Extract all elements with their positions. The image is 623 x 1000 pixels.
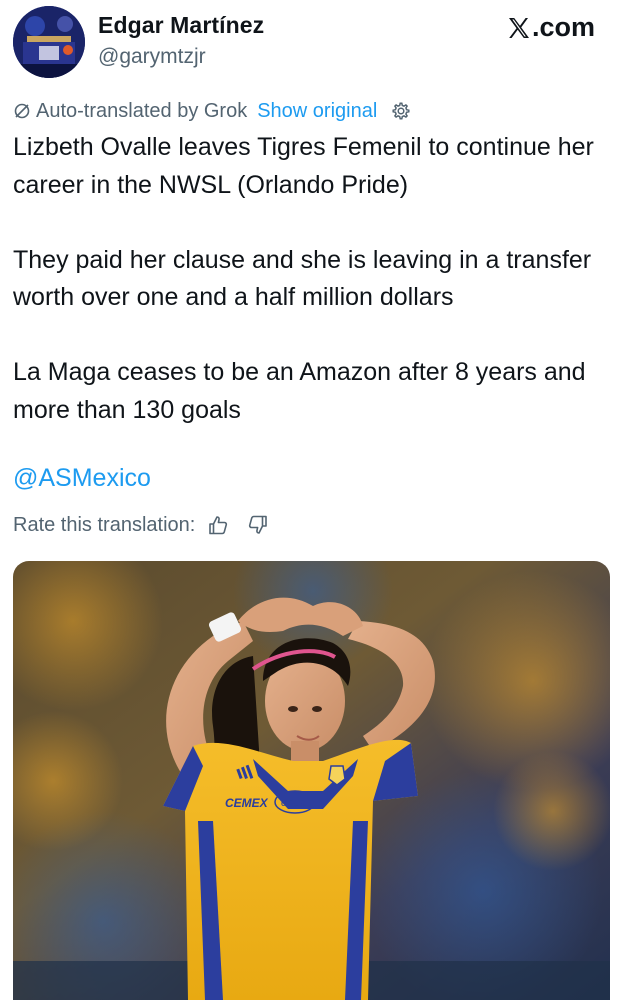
post-paragraph: La Maga ceases to be an Amazon after 8 y… — [13, 358, 586, 424]
rate-translation-bar: Rate this translation: — [13, 511, 269, 539]
thumbs-down-icon[interactable] — [247, 514, 269, 536]
show-original-link[interactable]: Show original — [257, 100, 377, 123]
gear-icon[interactable] — [391, 101, 411, 121]
avatar[interactable] — [13, 6, 85, 78]
translation-label: Auto-translated by Grok — [36, 99, 248, 122]
brand-domain: .com — [531, 12, 595, 42]
thumbs-up-icon[interactable] — [207, 514, 229, 536]
author-handle[interactable]: @garymtzjr — [98, 45, 206, 69]
player-photo: CEMEX ertua — [13, 561, 610, 1000]
post-photo[interactable]: CEMEX ertua — [13, 561, 610, 1000]
post-header: Edgar Martínez @garymtzjr .com — [0, 0, 623, 90]
x-brand-mark: .com — [507, 12, 595, 43]
post-text: Lizbeth Ovalle leaves Tigres Femenil to … — [13, 129, 613, 429]
post-paragraph: Lizbeth Ovalle leaves Tigres Femenil to … — [13, 133, 594, 199]
mention-link[interactable]: @ASMexico — [13, 464, 151, 493]
jersey-sponsor-vertua: ertua — [281, 797, 306, 809]
x-logo-icon — [508, 17, 529, 38]
avatar-image — [13, 6, 85, 78]
rate-translation-label: Rate this translation: — [13, 513, 196, 536]
translate-slash-icon — [14, 103, 30, 119]
post-paragraph: They paid her clause and she is leaving … — [13, 245, 592, 312]
translation-bar: Auto-translated by Grok Show original — [13, 97, 411, 125]
jersey-sponsor-cemex: CEMEX — [225, 796, 269, 810]
author-name[interactable]: Edgar Martínez — [98, 12, 264, 39]
